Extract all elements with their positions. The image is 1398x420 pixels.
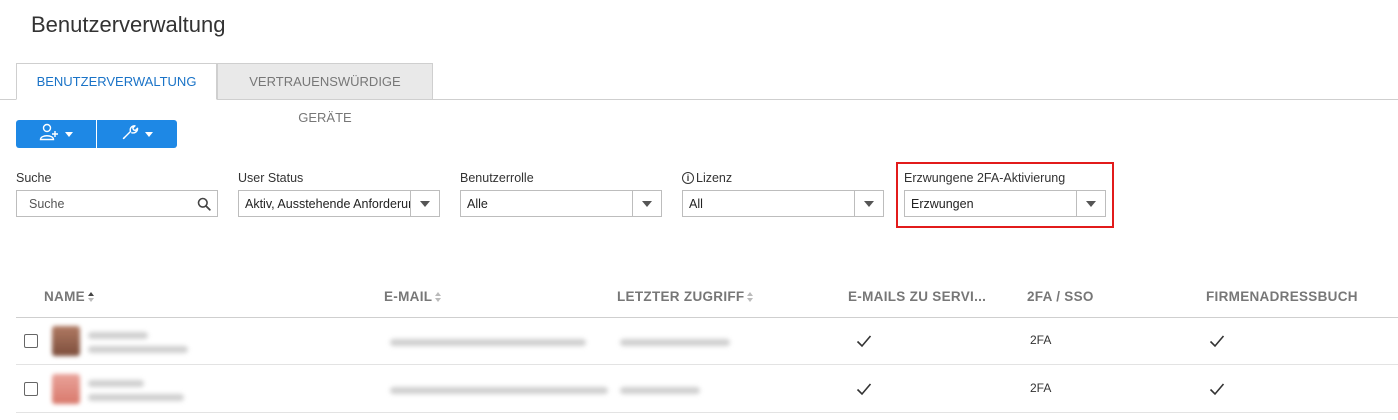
redacted-email (390, 339, 586, 346)
column-header-company-address-book: FIRMENADRESSBUCH (1206, 289, 1358, 304)
tools-dropdown-button[interactable] (97, 120, 177, 148)
chevron-down-icon (145, 131, 153, 137)
column-header-last-access[interactable]: LETZTER ZUGRIFF (617, 289, 754, 304)
checkmark-icon (1209, 382, 1225, 401)
sort-icon (87, 291, 94, 302)
license-filter: i Lizenz All (682, 170, 884, 217)
avatar (52, 374, 80, 404)
table-header: NAME E-MAIL LETZTER ZUGRIFF E-MAILS ZU S… (16, 281, 1398, 318)
license-label: Lizenz (696, 171, 733, 185)
search-filter: Suche (16, 170, 218, 217)
redacted-name (88, 332, 148, 339)
user-status-value: Aktiv, Ausstehende Anforderung (245, 196, 410, 211)
column-header-2fa-sso: 2FA / SSO (1027, 289, 1094, 304)
add-user-dropdown-button[interactable] (16, 120, 96, 148)
user-status-label: User Status (238, 171, 304, 185)
license-label-row: i Lizenz (682, 170, 884, 186)
twofa-sso-value: 2FA (1030, 381, 1052, 395)
search-icon[interactable] (197, 197, 211, 216)
user-status-select[interactable]: Aktiv, Ausstehende Anforderung (238, 190, 440, 217)
role-label: Benutzerrolle (460, 171, 534, 185)
twofa-sso-value: 2FA (1030, 333, 1052, 347)
search-field-box (16, 190, 218, 217)
column-header-name[interactable]: NAME (44, 289, 94, 304)
page-title: Benutzerverwaltung (31, 12, 226, 37)
search-input[interactable] (17, 191, 217, 216)
user-status-filter: User Status Aktiv, Ausstehende Anforderu… (238, 170, 440, 217)
checkmark-icon (1209, 334, 1225, 353)
search-label: Suche (16, 171, 52, 185)
redacted-subtitle (88, 394, 184, 401)
table-row[interactable]: 2FA (16, 366, 1398, 413)
wrench-icon (121, 123, 139, 146)
column-header-emails-to-service: E-MAILS ZU SERVI... (848, 289, 987, 304)
avatar (52, 326, 80, 356)
role-value: Alle (467, 196, 488, 211)
tab-bar: BENUTZERVERWALTUNG VERTRAUENSWÜRDIGE GER… (0, 63, 1398, 125)
info-icon[interactable]: i (682, 172, 694, 184)
toolbar (16, 120, 177, 148)
chevron-down-icon (65, 131, 73, 137)
license-value: All (689, 196, 703, 211)
tab-benutzerverwaltung[interactable]: BENUTZERVERWALTUNG (16, 63, 217, 100)
sort-icon (747, 291, 754, 302)
redacted-last-access (620, 339, 730, 346)
row-checkbox[interactable] (24, 382, 38, 396)
chevron-down-icon[interactable] (410, 191, 439, 216)
highlight-box (896, 162, 1114, 228)
license-select[interactable]: All (682, 190, 884, 217)
redacted-subtitle (88, 346, 188, 353)
checkmark-icon (856, 334, 872, 353)
redacted-email (390, 387, 608, 394)
redacted-last-access (620, 387, 700, 394)
sort-icon (435, 291, 442, 302)
checkmark-icon (856, 382, 872, 401)
redacted-name (88, 380, 144, 387)
table-row[interactable]: 2FA (16, 318, 1398, 365)
chevron-down-icon[interactable] (854, 191, 883, 216)
role-select[interactable]: Alle (460, 190, 662, 217)
column-header-email[interactable]: E-MAIL (384, 289, 442, 304)
add-user-icon (39, 123, 59, 146)
row-checkbox[interactable] (24, 334, 38, 348)
chevron-down-icon[interactable] (632, 191, 661, 216)
role-filter: Benutzerrolle Alle (460, 170, 662, 217)
tab-vertrauenswuerdige-geraete[interactable]: VERTRAUENSWÜRDIGE GERÄTE (217, 63, 433, 125)
